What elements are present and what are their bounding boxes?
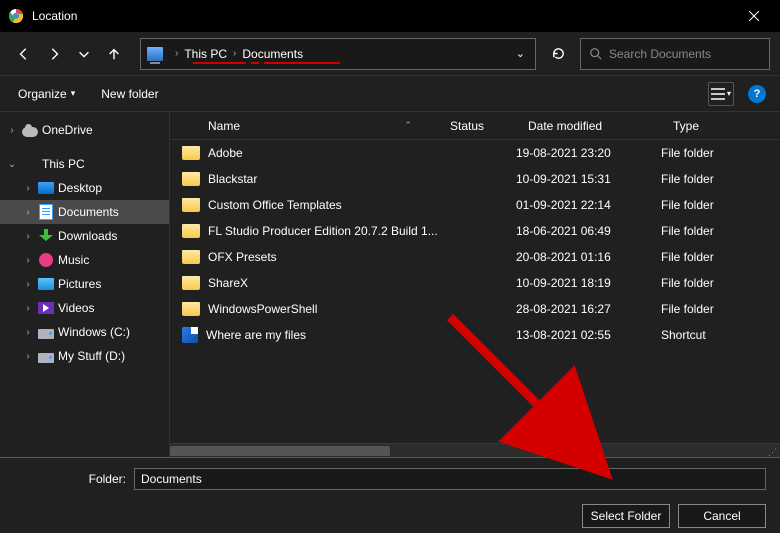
folder-icon: [182, 224, 200, 238]
horizontal-scrollbar[interactable]: ⋰: [170, 443, 780, 457]
file-date: 13-08-2021 02:55: [516, 328, 611, 342]
file-name: FL Studio Producer Edition 20.7.2 Build …: [208, 224, 438, 238]
file-row[interactable]: Blackstar 10-09-2021 15:31 File folder: [170, 166, 780, 192]
file-type: File folder: [661, 302, 714, 316]
file-row[interactable]: OFX Presets 20-08-2021 01:16 File folder: [170, 244, 780, 270]
shortcut-icon: [182, 327, 198, 343]
file-type: File folder: [661, 146, 714, 160]
file-date: 20-08-2021 01:16: [516, 250, 611, 264]
refresh-button[interactable]: [544, 40, 572, 68]
col-date[interactable]: Date modified: [516, 119, 661, 133]
folder-icon: [182, 302, 200, 316]
cancel-button[interactable]: Cancel: [678, 504, 766, 528]
tree-item-cdrive[interactable]: ›Windows (C:): [0, 320, 169, 344]
folder-icon: [182, 146, 200, 160]
file-type: File folder: [661, 276, 714, 290]
annotation-underline: [251, 62, 259, 64]
file-date: 18-06-2021 06:49: [516, 224, 611, 238]
file-row[interactable]: Where are my files 13-08-2021 02:55 Shortc…: [170, 322, 780, 348]
search-placeholder: Search Documents: [609, 47, 711, 61]
recent-dropdown[interactable]: [70, 40, 98, 68]
file-row[interactable]: FL Studio Producer Edition 20.7.2 Build …: [170, 218, 780, 244]
folder-icon: [182, 250, 200, 264]
select-folder-button[interactable]: Select Folder: [582, 504, 670, 528]
breadcrumb-current[interactable]: Documents: [242, 47, 303, 61]
annotation-underline: [264, 62, 340, 64]
file-row[interactable]: WindowsPowerShell 28-08-2021 16:27 File fo…: [170, 296, 780, 322]
file-type: File folder: [661, 198, 714, 212]
file-name: ShareX: [208, 276, 248, 290]
annotation-underline: [193, 62, 246, 64]
folder-icon: [182, 172, 200, 186]
file-list: Name⌃ Status Date modified Type Adobe 19-…: [170, 112, 780, 457]
back-button[interactable]: [10, 40, 38, 68]
chevron-icon: ›: [175, 48, 178, 59]
breadcrumb-root[interactable]: This PC: [184, 47, 227, 61]
file-name: Adobe: [208, 146, 243, 160]
close-button[interactable]: [732, 0, 776, 32]
tree-item-videos[interactable]: ›Videos: [0, 296, 169, 320]
tree-item-ddrive[interactable]: ›My Stuff (D:): [0, 344, 169, 368]
tree-item-music[interactable]: ›Music: [0, 248, 169, 272]
file-type: File folder: [661, 224, 714, 238]
col-status[interactable]: Status: [438, 119, 516, 133]
col-type[interactable]: Type: [661, 119, 780, 133]
file-name: Custom Office Templates: [208, 198, 342, 212]
search-input[interactable]: Search Documents: [580, 38, 770, 70]
organize-button[interactable]: Organize▾: [14, 85, 79, 103]
file-type: Shortcut: [661, 328, 706, 342]
file-name: Blackstar: [208, 172, 257, 186]
help-button[interactable]: ?: [748, 85, 766, 103]
file-row[interactable]: ShareX 10-09-2021 18:19 File folder: [170, 270, 780, 296]
folder-icon: [182, 198, 200, 212]
file-date: 28-08-2021 16:27: [516, 302, 611, 316]
file-date: 10-09-2021 18:19: [516, 276, 611, 290]
folder-label: Folder:: [14, 472, 134, 486]
address-dropdown[interactable]: ⌄: [512, 47, 529, 60]
file-date: 10-09-2021 15:31: [516, 172, 611, 186]
view-options-button[interactable]: ▾: [708, 82, 734, 106]
address-bar[interactable]: › This PC › Documents ⌄: [140, 38, 536, 70]
tree-item-thispc[interactable]: ⌄This PC: [0, 152, 169, 176]
file-name: WindowsPowerShell: [208, 302, 317, 316]
up-button[interactable]: [100, 40, 128, 68]
tree-item-pictures[interactable]: ›Pictures: [0, 272, 169, 296]
col-name[interactable]: Name⌃: [170, 119, 438, 133]
chevron-icon: ›: [233, 48, 236, 59]
folder-icon: [182, 276, 200, 290]
app-icon: [8, 8, 24, 24]
file-date: 19-08-2021 23:20: [516, 146, 611, 160]
tree-item-desktop[interactable]: ›Desktop: [0, 176, 169, 200]
window-title: Location: [32, 9, 732, 23]
tree-item-documents[interactable]: ›Documents: [0, 200, 169, 224]
tree-item-onedrive[interactable]: ›OneDrive: [0, 118, 169, 142]
navigation-tree: ›OneDrive ⌄This PC ›Desktop ›Documents ›…: [0, 112, 170, 457]
file-type: File folder: [661, 172, 714, 186]
file-name: OFX Presets: [208, 250, 277, 264]
file-name: Where are my files: [206, 328, 306, 342]
file-type: File folder: [661, 250, 714, 264]
file-row[interactable]: Adobe 19-08-2021 23:20 File folder: [170, 140, 780, 166]
file-date: 01-09-2021 22:14: [516, 198, 611, 212]
tree-item-downloads[interactable]: ›Downloads: [0, 224, 169, 248]
forward-button[interactable]: [40, 40, 68, 68]
folder-input[interactable]: [134, 468, 766, 490]
thispc-icon: [147, 47, 163, 61]
file-row[interactable]: Custom Office Templates 01-09-2021 22:14 F…: [170, 192, 780, 218]
new-folder-button[interactable]: New folder: [97, 85, 162, 103]
